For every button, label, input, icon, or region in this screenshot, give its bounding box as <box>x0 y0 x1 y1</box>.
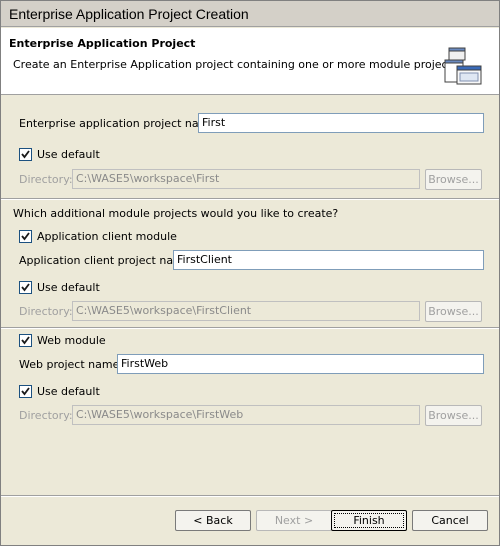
web-name-input[interactable]: FirstWeb <box>117 354 484 374</box>
checkmark-icon <box>21 150 30 159</box>
window-title: Enterprise Application Project Creation <box>1 1 499 27</box>
separator <box>1 327 499 329</box>
checkmark-icon <box>21 336 30 345</box>
web-name-label: Web project name: <box>19 358 124 371</box>
web-module-label: Web module <box>37 334 106 347</box>
next-button[interactable]: Next > <box>256 510 332 531</box>
client-module-label: Application client module <box>37 230 177 243</box>
client-directory-input[interactable]: C:\WASE5\workspace\FirstClient <box>72 301 420 321</box>
ear-directory-label: Directory: <box>19 173 73 186</box>
web-directory-label: Directory: <box>19 409 73 422</box>
client-name-input[interactable]: FirstClient <box>173 250 484 270</box>
project-windows-icon <box>443 46 483 86</box>
web-use-default-label: Use default <box>37 385 100 398</box>
ear-name-label: Enterprise application project name: <box>19 117 220 130</box>
client-use-default-checkbox[interactable] <box>19 281 32 294</box>
wizard-window: Enterprise Application Project Creation … <box>0 0 500 546</box>
client-name-label: Application client project name: <box>19 254 195 267</box>
back-button[interactable]: < Back <box>175 510 251 531</box>
ear-use-default-label: Use default <box>37 148 100 161</box>
button-bar: < Back Next > Finish Cancel <box>1 497 499 545</box>
ear-directory-input[interactable]: C:\WASE5\workspace\First <box>72 169 420 189</box>
page-description: Create an Enterprise Application project… <box>13 58 462 71</box>
ear-browse-button[interactable]: Browse... <box>425 169 482 190</box>
ear-use-default-checkbox[interactable] <box>19 148 32 161</box>
separator <box>1 198 499 200</box>
ear-name-input[interactable]: First <box>198 113 484 133</box>
client-module-checkbox[interactable] <box>19 230 32 243</box>
web-use-default-checkbox[interactable] <box>19 385 32 398</box>
checkmark-icon <box>21 283 30 292</box>
web-module-checkbox[interactable] <box>19 334 32 347</box>
checkmark-icon <box>21 387 30 396</box>
client-directory-label: Directory: <box>19 305 73 318</box>
cancel-button[interactable]: Cancel <box>412 510 488 531</box>
wizard-header: Enterprise Application Project Create an… <box>1 28 499 95</box>
web-directory-input[interactable]: C:\WASE5\workspace\FirstWeb <box>72 405 420 425</box>
page-title: Enterprise Application Project <box>9 37 196 50</box>
web-browse-button[interactable]: Browse... <box>425 405 482 426</box>
client-browse-button[interactable]: Browse... <box>425 301 482 322</box>
checkmark-icon <box>21 232 30 241</box>
client-use-default-label: Use default <box>37 281 100 294</box>
focus-ring <box>334 513 404 528</box>
modules-question: Which additional module projects would y… <box>13 207 339 220</box>
finish-button[interactable]: Finish <box>331 510 407 531</box>
